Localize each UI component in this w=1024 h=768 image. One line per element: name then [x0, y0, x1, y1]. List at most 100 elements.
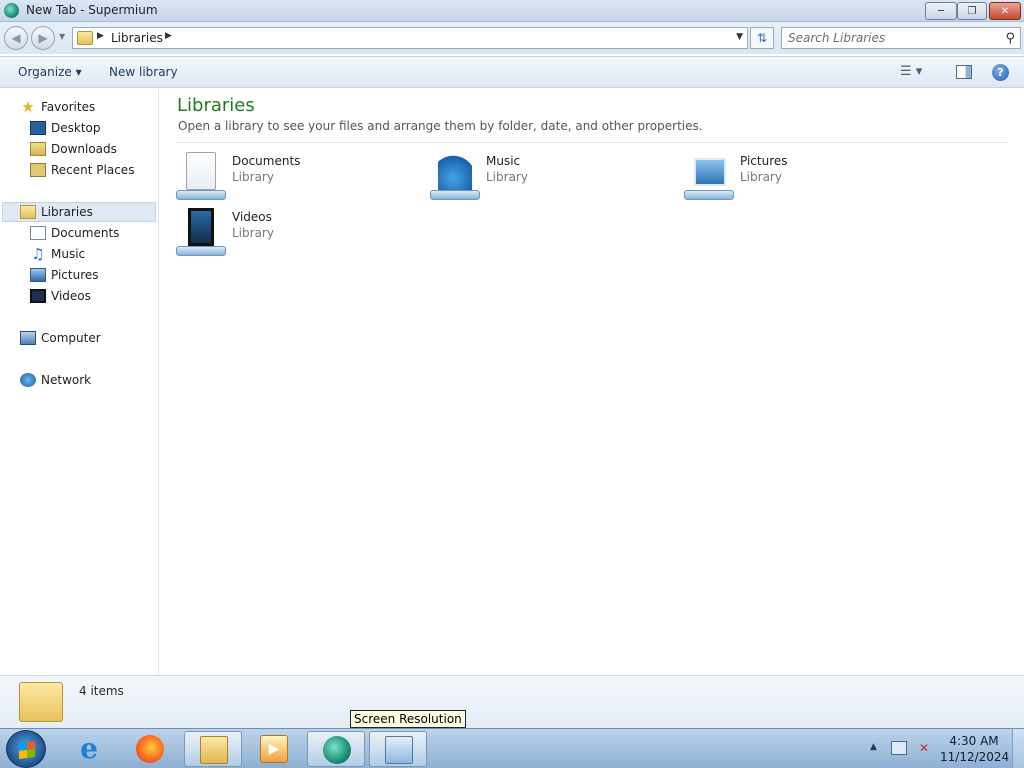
- search-box[interactable]: ⚲: [781, 27, 1021, 49]
- refresh-icon: ⇅: [756, 31, 768, 45]
- recent-pages-dropdown[interactable]: ▼: [59, 32, 65, 41]
- nav-network[interactable]: Network: [20, 370, 91, 390]
- address-bar[interactable]: ▶ Libraries ▶ ▼: [72, 27, 748, 49]
- nav-desktop-label: Desktop: [51, 121, 101, 135]
- command-bar: Organize ▾ New library ☰ ▾ ?: [0, 56, 1024, 88]
- organize-label: Organize: [18, 65, 72, 79]
- libraries-icon: [20, 205, 36, 219]
- navigation-pane: ★ Favorites Desktop Downloads Recent Pla…: [0, 89, 159, 675]
- nav-videos-label: Videos: [51, 289, 91, 303]
- close-button[interactable]: ✕: [989, 2, 1021, 20]
- taskbar-windows-explorer[interactable]: [184, 731, 242, 767]
- library-kind: Library: [740, 170, 782, 184]
- minimize-button[interactable]: ─: [925, 2, 957, 20]
- forward-arrow-icon: ▶: [38, 31, 48, 45]
- item-count: 4 items: [79, 684, 124, 698]
- forward-button[interactable]: ▶: [31, 26, 55, 50]
- libraries-folder-icon: [77, 31, 93, 45]
- taskbar-firefox[interactable]: [121, 731, 179, 767]
- nav-desktop[interactable]: Desktop: [30, 118, 101, 138]
- star-icon: ★: [21, 98, 35, 116]
- help-button[interactable]: ?: [992, 64, 1009, 81]
- volume-muted-icon[interactable]: ✕: [916, 740, 932, 756]
- library-music[interactable]: Music Library: [430, 150, 672, 200]
- supermium-app-icon[interactable]: [4, 3, 19, 18]
- library-kind: Library: [486, 170, 528, 184]
- start-button[interactable]: [6, 730, 46, 768]
- videos-icon: [30, 289, 46, 303]
- clock-date: 11/12/2024: [940, 750, 1010, 764]
- network-tray-icon[interactable]: [891, 741, 907, 755]
- preview-pane-icon[interactable]: [956, 65, 972, 79]
- nav-pictures[interactable]: Pictures: [30, 265, 99, 285]
- pictures-icon: [30, 268, 46, 282]
- library-videos[interactable]: Videos Library: [176, 206, 418, 256]
- screen-resolution-icon: [385, 736, 413, 764]
- library-name: Pictures: [740, 154, 788, 168]
- breadcrumb-separator-icon[interactable]: ▶: [97, 31, 104, 41]
- content-pane: Libraries Open a library to see your fil…: [160, 89, 1024, 675]
- new-library-button[interactable]: New library: [109, 65, 178, 79]
- back-arrow-icon: ◀: [11, 31, 21, 45]
- divider: [177, 142, 1007, 143]
- library-name: Videos: [232, 210, 272, 224]
- library-documents[interactable]: Documents Library: [176, 150, 418, 200]
- recent-places-icon: [30, 163, 46, 177]
- library-name: Music: [486, 154, 521, 168]
- maximize-button[interactable]: ❐: [957, 2, 987, 20]
- music-icon: ♫: [31, 245, 45, 263]
- nav-computer[interactable]: Computer: [20, 328, 101, 348]
- pictures-library-icon: [684, 150, 734, 200]
- window-title: New Tab - Supermium: [26, 3, 158, 17]
- nav-documents[interactable]: Documents: [30, 223, 119, 243]
- nav-favorites-label: Favorites: [41, 100, 96, 114]
- search-icon[interactable]: ⚲: [1005, 31, 1015, 46]
- clock-time: 4:30 AM: [949, 734, 999, 748]
- network-icon: [20, 373, 36, 387]
- library-kind: Library: [232, 226, 274, 240]
- nav-downloads[interactable]: Downloads: [30, 139, 117, 159]
- nav-downloads-label: Downloads: [51, 142, 117, 156]
- media-player-icon: ▶: [260, 735, 288, 763]
- clock[interactable]: 4:30 AM 11/12/2024: [940, 733, 1010, 765]
- videos-library-icon: [176, 206, 226, 256]
- desktop-icon: [30, 121, 46, 135]
- show-desktop-button[interactable]: [1012, 729, 1024, 768]
- library-pictures[interactable]: Pictures Library: [684, 150, 926, 200]
- nav-music-label: Music: [51, 247, 86, 261]
- refresh-button[interactable]: ⇅: [750, 27, 774, 49]
- nav-favorites[interactable]: ★ Favorites: [20, 97, 95, 117]
- organize-button[interactable]: Organize ▾: [18, 65, 82, 79]
- breadcrumb-separator-icon[interactable]: ▶: [165, 31, 172, 41]
- taskbar-media-player[interactable]: ▶: [245, 731, 303, 767]
- library-name: Documents: [232, 154, 301, 168]
- address-history-dropdown[interactable]: ▼: [736, 32, 743, 42]
- nav-libraries-label: Libraries: [41, 205, 93, 219]
- documents-icon: [30, 226, 46, 240]
- search-input[interactable]: [788, 31, 988, 45]
- music-library-icon: [430, 150, 480, 200]
- firefox-icon: [136, 735, 164, 763]
- nav-pictures-label: Pictures: [51, 268, 99, 282]
- show-hidden-icons-button[interactable]: ▲: [870, 742, 877, 752]
- nav-videos[interactable]: Videos: [30, 286, 91, 306]
- nav-computer-label: Computer: [41, 331, 101, 345]
- nav-libraries[interactable]: Libraries: [2, 202, 156, 222]
- change-view-button[interactable]: ☰ ▾: [900, 64, 922, 79]
- taskbar-internet-explorer[interactable]: e: [60, 731, 118, 767]
- windows-explorer-icon: [200, 736, 228, 764]
- nav-documents-label: Documents: [51, 226, 120, 240]
- breadcrumb-libraries[interactable]: Libraries: [111, 31, 163, 45]
- windows-logo-icon: [19, 741, 35, 759]
- back-button[interactable]: ◀: [4, 26, 28, 50]
- title-bar: New Tab - Supermium ─ ❐ ✕: [0, 0, 1024, 22]
- address-toolbar: ◀ ▶ ▼ ▶ Libraries ▶ ▼ ⇅ ⚲: [0, 22, 1024, 54]
- taskbar-supermium[interactable]: [307, 731, 365, 767]
- downloads-folder-icon: [30, 142, 46, 156]
- nav-recent-places[interactable]: Recent Places: [30, 160, 134, 180]
- nav-music[interactable]: ♫ Music: [30, 244, 85, 264]
- taskbar-screen-resolution[interactable]: [369, 731, 427, 767]
- libraries-folder-icon: [19, 682, 63, 722]
- details-pane: 4 items: [0, 675, 1024, 728]
- taskbar: e ▶ ▲ ✕ 4:30 AM 11/12/2024: [0, 728, 1024, 768]
